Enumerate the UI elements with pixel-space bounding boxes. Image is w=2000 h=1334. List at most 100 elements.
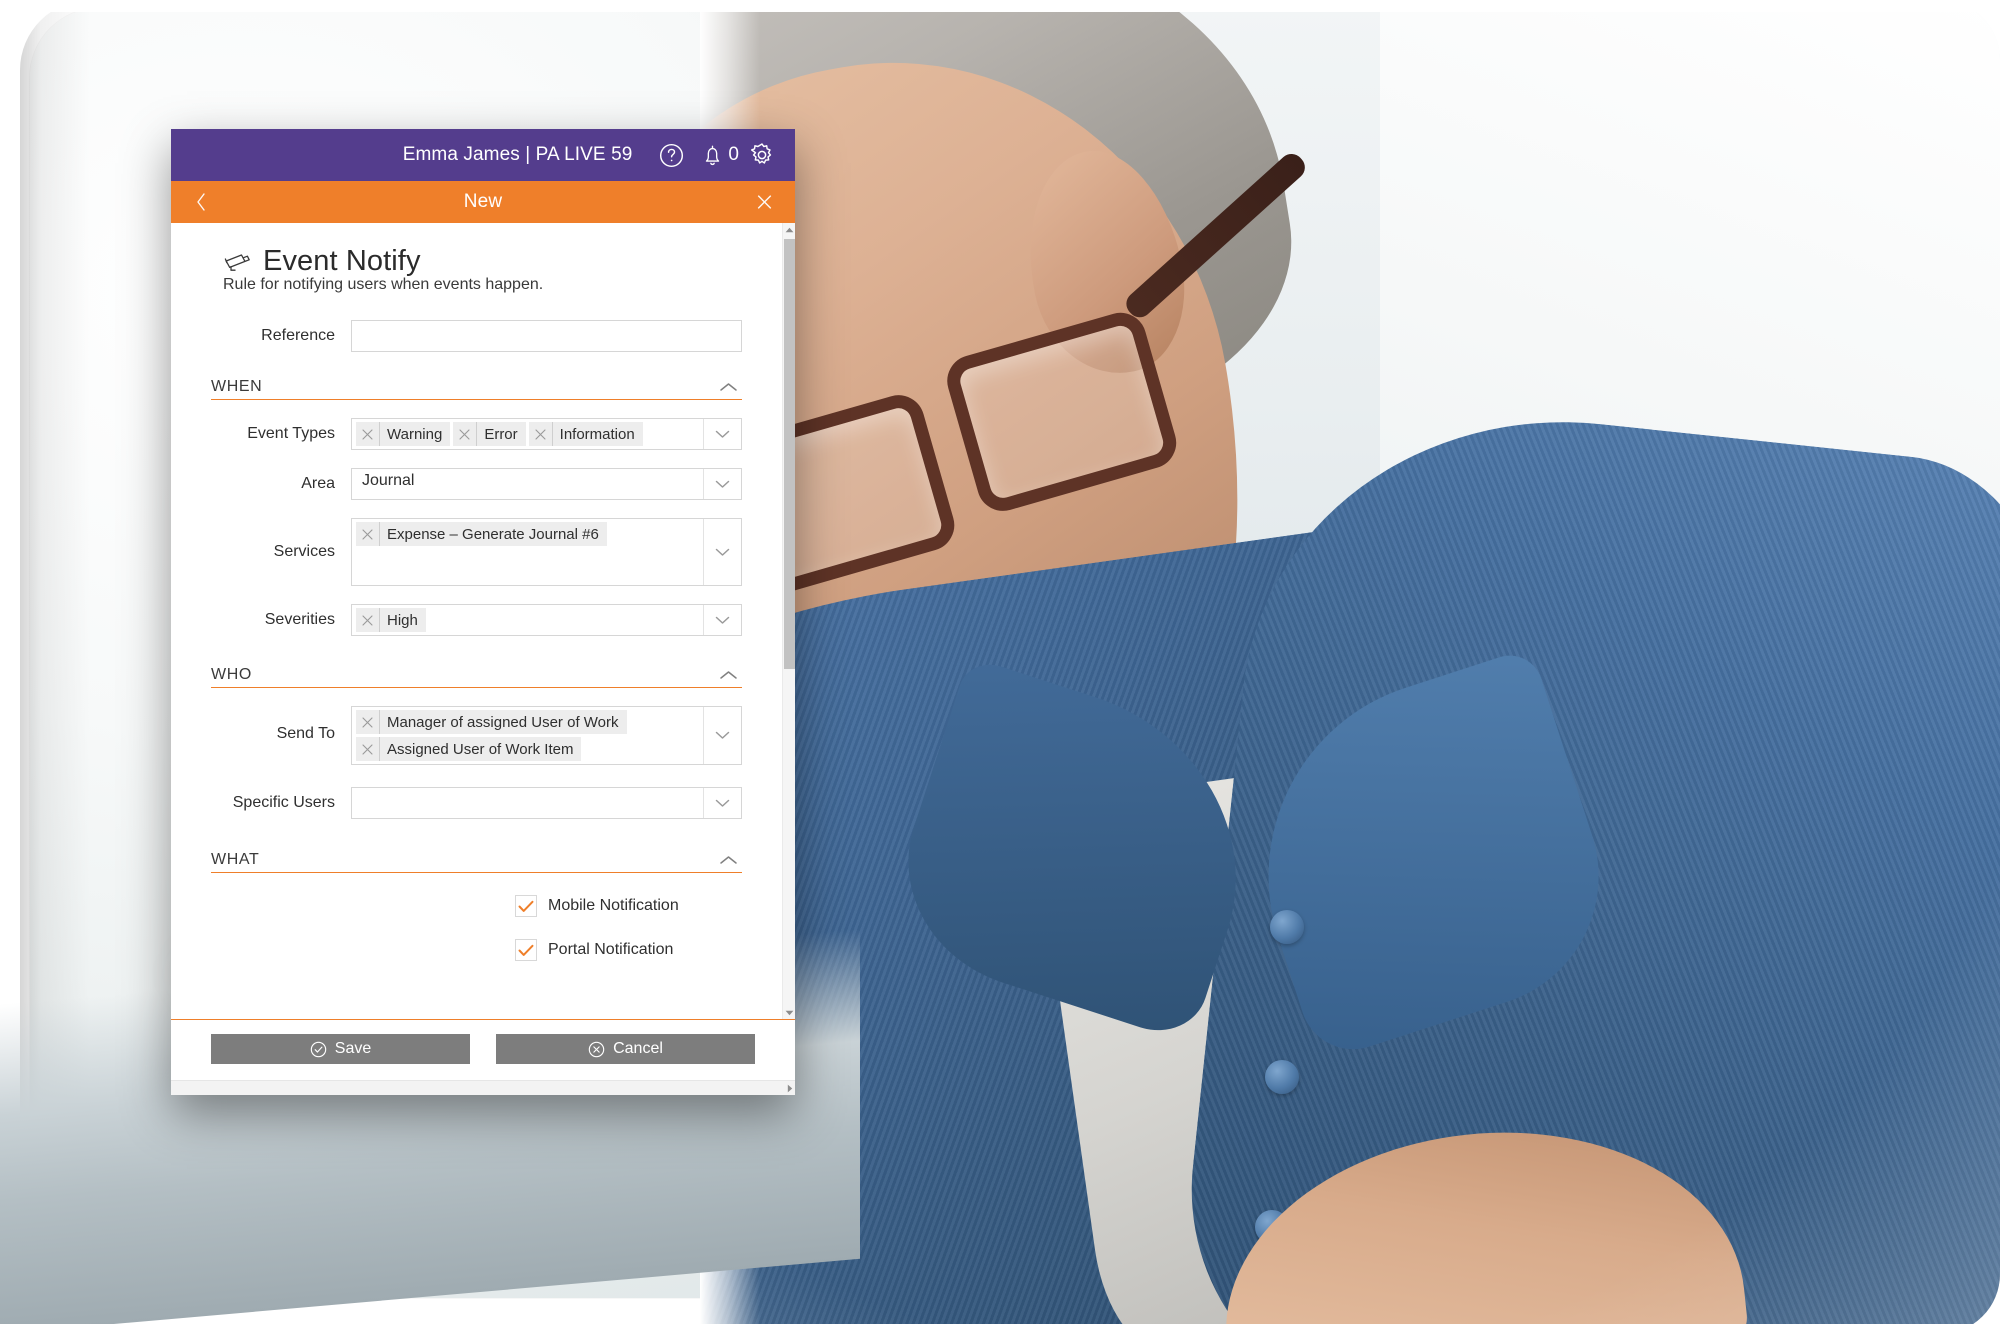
- severities-chips: High: [352, 605, 703, 635]
- area-row: Area Journal: [171, 468, 742, 500]
- horizontal-scrollbar-thumb[interactable]: [172, 1083, 627, 1094]
- chip-remove-icon[interactable]: [356, 737, 380, 761]
- send-to-field[interactable]: Manager of assigned User of Work Assigne…: [351, 706, 742, 765]
- mobile-notification-row[interactable]: Mobile Notification: [515, 895, 782, 917]
- event-notify-dialog: Emma James | PA LIVE 59 0 New Event Noti…: [171, 129, 795, 1095]
- photo-vignette: [700, 0, 2000, 1334]
- event-types-row: Event Types Warning Error Information: [171, 418, 742, 450]
- help-icon[interactable]: [654, 138, 688, 172]
- page-title: Event Notify: [263, 245, 421, 277]
- chevron-up-icon[interactable]: [715, 669, 742, 681]
- mobile-notification-checkbox[interactable]: [515, 895, 537, 917]
- notifications-button[interactable]: 0: [700, 142, 739, 169]
- area-value: Journal: [362, 472, 415, 489]
- chip-label: Warning: [387, 425, 443, 443]
- chevron-down-icon[interactable]: [703, 469, 741, 499]
- chip-label: Expense – Generate Journal #6: [387, 525, 599, 543]
- chip-label: High: [387, 611, 418, 629]
- chip-remove-icon[interactable]: [356, 710, 380, 734]
- send-to-row: Send To Manager of assigned User of Work: [171, 706, 742, 765]
- portal-notification-row[interactable]: Portal Notification: [515, 939, 782, 961]
- when-section-title: WHEN: [211, 378, 263, 395]
- form-heading-block: Event Notify Rule for notifying users wh…: [171, 223, 782, 294]
- send-to-chips: Manager of assigned User of Work Assigne…: [352, 707, 703, 764]
- cancel-button-label: Cancel: [613, 1040, 663, 1057]
- chip-remove-icon[interactable]: [356, 522, 380, 546]
- chevron-down-icon[interactable]: [703, 519, 741, 585]
- frame-mask-bottom: [0, 1324, 2000, 1334]
- who-section: WHO Send To Manager of assigned User of …: [171, 666, 782, 819]
- chip[interactable]: Information: [528, 422, 643, 446]
- chip[interactable]: Error: [453, 422, 526, 446]
- what-section-header[interactable]: WHAT: [211, 851, 742, 873]
- reference-row: Reference: [171, 320, 742, 352]
- app-top-bar: Emma James | PA LIVE 59 0: [171, 129, 795, 181]
- chip-label: Manager of assigned User of Work: [387, 713, 619, 731]
- scroll-right-icon[interactable]: [787, 1081, 793, 1096]
- chevron-down-icon[interactable]: [703, 605, 741, 635]
- specific-users-chips: [352, 788, 703, 818]
- when-section: WHEN Event Types Warning Error Informati…: [171, 378, 782, 636]
- services-row: Services Expense – Generate Journal #6: [171, 518, 742, 586]
- page-subtitle: Rule for notifying users when events hap…: [223, 276, 544, 293]
- dialog-footer: Save Cancel: [171, 1020, 795, 1080]
- chip[interactable]: High: [356, 608, 426, 632]
- reference-label: Reference: [261, 327, 335, 344]
- specific-users-field[interactable]: [351, 787, 742, 819]
- frame-mask-top: [0, 0, 2000, 12]
- horizontal-scrollbar[interactable]: [171, 1080, 795, 1095]
- save-button[interactable]: Save: [211, 1034, 470, 1064]
- when-section-header[interactable]: WHEN: [211, 378, 742, 400]
- x-circle-icon: [588, 1041, 605, 1058]
- mobile-notification-label: Mobile Notification: [548, 897, 679, 914]
- scroll-down-icon[interactable]: [783, 1006, 795, 1019]
- vertical-scrollbar-thumb[interactable]: [784, 239, 795, 669]
- portal-notification-label: Portal Notification: [548, 941, 674, 958]
- area-label: Area: [301, 475, 335, 492]
- chip[interactable]: Assigned User of Work Item: [356, 737, 582, 761]
- services-chips: Expense – Generate Journal #6: [352, 519, 703, 585]
- chip-remove-icon[interactable]: [356, 608, 380, 632]
- form-scroll-area: Event Notify Rule for notifying users wh…: [171, 223, 782, 1019]
- area-field[interactable]: Journal: [351, 468, 742, 500]
- close-icon[interactable]: [756, 194, 773, 211]
- chevron-down-icon[interactable]: [703, 788, 741, 818]
- cancel-button[interactable]: Cancel: [496, 1034, 755, 1064]
- notification-count: 0: [728, 144, 739, 165]
- portal-notification-checkbox[interactable]: [515, 939, 537, 961]
- chevron-up-icon[interactable]: [715, 854, 742, 866]
- scroll-up-icon[interactable]: [783, 223, 795, 236]
- reference-field[interactable]: [351, 320, 742, 352]
- event-types-field[interactable]: Warning Error Information: [351, 418, 742, 450]
- chevron-down-icon[interactable]: [703, 707, 741, 764]
- chevron-down-icon[interactable]: [703, 419, 741, 449]
- what-section: WHAT Mobile Notification Portal Notifica…: [171, 851, 782, 961]
- reference-input[interactable]: [352, 321, 741, 351]
- chip-label: Assigned User of Work Item: [387, 740, 574, 758]
- chip-remove-icon[interactable]: [529, 422, 553, 446]
- event-types-chips: Warning Error Information: [352, 419, 703, 449]
- services-field[interactable]: Expense – Generate Journal #6: [351, 518, 742, 586]
- severities-row: Severities High: [171, 604, 742, 636]
- chip-remove-icon[interactable]: [453, 422, 478, 446]
- who-section-title: WHO: [211, 666, 252, 683]
- services-label: Services: [273, 543, 335, 560]
- severities-label: Severities: [264, 611, 335, 628]
- severities-field[interactable]: High: [351, 604, 742, 636]
- chip[interactable]: Manager of assigned User of Work: [356, 710, 627, 734]
- dialog-body: Event Notify Rule for notifying users wh…: [171, 223, 795, 1019]
- what-section-title: WHAT: [211, 851, 260, 868]
- chip-remove-icon[interactable]: [356, 422, 380, 446]
- check-circle-icon: [310, 1041, 327, 1058]
- chevron-up-icon[interactable]: [715, 381, 742, 393]
- send-to-label: Send To: [276, 725, 335, 742]
- chip[interactable]: Warning: [356, 422, 451, 446]
- stock-photo-man-at-laptop: [700, 0, 2000, 1334]
- dialog-title-bar: New: [171, 181, 795, 223]
- chip[interactable]: Expense – Generate Journal #6: [356, 522, 607, 546]
- vertical-scrollbar[interactable]: [782, 223, 795, 1019]
- back-icon[interactable]: [193, 191, 209, 213]
- who-section-header[interactable]: WHO: [211, 666, 742, 688]
- gear-icon[interactable]: [745, 138, 779, 172]
- chip-label: Information: [559, 425, 635, 443]
